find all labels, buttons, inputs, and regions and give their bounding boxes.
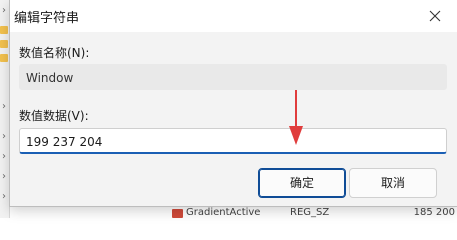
value-name: GradientActive — [186, 207, 261, 218]
cancel-button[interactable]: 取消 — [349, 168, 437, 198]
folder-icon — [0, 26, 8, 34]
edit-string-dialog: 编辑字符串 数值名称(N): Window 数值数据(V): 199 237 2… — [9, 0, 457, 207]
ok-button[interactable]: 确定 — [258, 168, 346, 198]
string-value-icon — [172, 209, 183, 218]
tree-expand-icon[interactable]: › — [0, 102, 8, 112]
close-icon — [429, 10, 441, 22]
folder-icon — [0, 40, 8, 48]
value-type: REG_SZ — [290, 207, 330, 218]
registry-value-row[interactable]: GradientActive REG_SZ 185 200 — [160, 207, 457, 218]
dialog-titlebar[interactable]: 编辑字符串 — [10, 0, 457, 32]
value-data: 185 200 — [413, 207, 455, 218]
value-data-input[interactable]: 199 237 204 — [19, 128, 447, 154]
dialog-title: 编辑字符串 — [14, 11, 80, 26]
close-button[interactable] — [413, 0, 457, 32]
tree-expand-icon[interactable]: › — [0, 152, 8, 162]
value-data-label: 数值数据(V): — [19, 109, 89, 123]
tree-expand-icon[interactable]: › — [0, 6, 8, 16]
tree-expand-icon[interactable]: › — [0, 132, 8, 142]
value-name-field: Window — [19, 64, 447, 90]
annotation-arrow-icon — [289, 90, 303, 145]
folder-icon — [0, 54, 8, 62]
tree-expand-icon[interactable]: › — [0, 192, 8, 202]
tree-expand-icon[interactable]: › — [0, 172, 8, 182]
value-name-label: 数值名称(N): — [19, 46, 90, 60]
